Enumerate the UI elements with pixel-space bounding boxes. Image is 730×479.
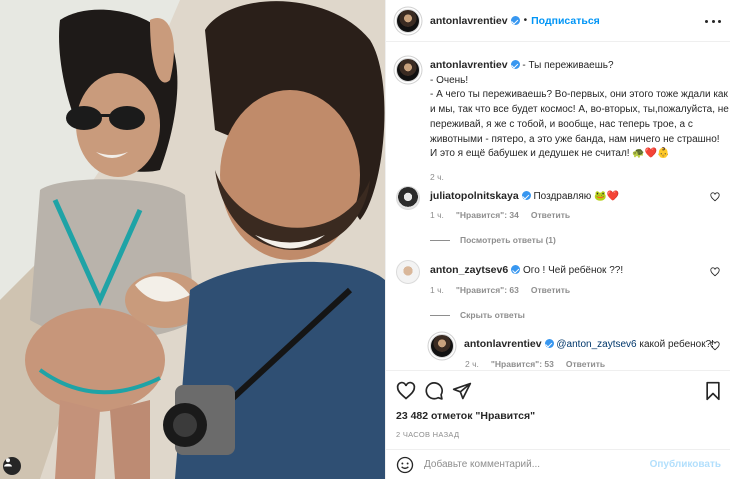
comment-likes[interactable]: "Нравится": 63 — [456, 285, 519, 295]
post-caption: antonlavrentiev - Ты переживаешь? - Очен… — [396, 58, 729, 182]
reply-button[interactable]: Ответить — [531, 285, 570, 295]
caption-text: antonlavrentiev - Ты переживаешь? - Очен… — [430, 58, 729, 162]
comment-icon[interactable] — [424, 381, 444, 401]
comment-time[interactable]: 1 ч. — [430, 210, 444, 220]
caption-line: - Ты переживаешь? — [522, 60, 614, 71]
comment-meta: 1 ч. "Нравится": 63 Ответить — [430, 285, 570, 295]
reply-author-avatar[interactable] — [430, 334, 454, 358]
comment: anton_zaytsev6 Ого ! Чей ребёнок ??! — [396, 260, 721, 284]
user-tag-icon[interactable] — [3, 457, 21, 475]
post-photo-illustration — [0, 0, 385, 479]
post-header: antonlavrentiev • Подписаться — [386, 0, 730, 42]
caption-line: животными - пятеро, а это уже банда, нам… — [430, 133, 720, 145]
reply-author-username[interactable]: antonlavrentiev — [464, 338, 542, 350]
view-replies-button[interactable]: Посмотреть ответы (1) — [430, 235, 556, 245]
header-user-block: antonlavrentiev • Подписаться — [430, 15, 600, 27]
reply-meta: 2 ч. "Нравится": 53 Ответить — [465, 359, 605, 369]
verified-icon — [510, 60, 520, 69]
caption-line: И это я ещё бабушек и дедушек не считал!… — [430, 148, 670, 160]
caption-time[interactable]: 2 ч. — [430, 172, 729, 182]
caption-line: и мы, так что все будет космос! А, во-вт… — [430, 104, 729, 116]
comment-like-icon[interactable] — [710, 192, 720, 202]
caption-line: - Очень! — [430, 74, 469, 86]
share-icon[interactable] — [452, 381, 472, 401]
view-replies-label: Посмотреть ответы (1) — [460, 235, 556, 245]
hide-replies-button[interactable]: Скрыть ответы — [430, 310, 525, 320]
replies-divider — [430, 314, 450, 316]
reply-time[interactable]: 2 ч. — [465, 359, 479, 369]
comment-meta: 1 ч. "Нравится": 34 Ответить — [430, 210, 570, 220]
commenter-username[interactable]: anton_zaytsev6 — [430, 264, 508, 276]
comment-text: Ого ! Чей ребёнок ??! — [522, 265, 624, 276]
comment-like-icon[interactable] — [710, 267, 720, 277]
author-username[interactable]: antonlavrentiev — [430, 15, 508, 27]
heart-icon[interactable] — [396, 381, 416, 401]
post-actions — [386, 370, 730, 410]
caption-line: переживай, я же с тобой, и вообще, нас т… — [430, 118, 693, 130]
reply-button[interactable]: Ответить — [531, 210, 570, 220]
header-separator: • — [523, 15, 528, 26]
post-photo[interactable] — [0, 0, 385, 479]
reply-like-icon[interactable] — [710, 341, 720, 351]
replies-divider — [430, 239, 450, 241]
caption-author-username[interactable]: antonlavrentiev — [430, 59, 508, 71]
commenter-username[interactable]: juliatopolnitskaya — [430, 190, 519, 202]
comment-time[interactable]: 1 ч. — [430, 285, 444, 295]
hide-replies-label: Скрыть ответы — [460, 310, 525, 320]
author-avatar[interactable] — [396, 8, 420, 33]
reply-likes[interactable]: "Нравится": 53 — [491, 359, 554, 369]
posted-time[interactable]: 2 ЧАСОВ НАЗАД — [396, 430, 459, 439]
caption-author-avatar[interactable] — [396, 58, 420, 82]
verified-icon — [521, 191, 531, 200]
add-comment-bar: Опубликовать — [386, 449, 730, 479]
verified-icon — [544, 339, 554, 348]
comment: juliatopolnitskaya Поздравляю 🐸❤️ — [396, 186, 721, 210]
mention-link[interactable]: @anton_zaytsev6 — [556, 339, 636, 350]
reply-text: какой ребенок?! — [636, 339, 714, 350]
commenter-avatar[interactable] — [396, 260, 420, 284]
bookmark-icon[interactable] — [703, 381, 723, 401]
reply-comment: antonlavrentiev @anton_zaytsev6 какой ре… — [430, 334, 721, 358]
likes-count[interactable]: 23 482 отметок "Нравится" — [396, 410, 535, 422]
post-panel: antonlavrentiev • Подписаться antonlavre… — [385, 0, 730, 479]
follow-button[interactable]: Подписаться — [531, 15, 600, 27]
emoji-icon[interactable] — [396, 456, 414, 474]
comment-input[interactable] — [424, 459, 650, 470]
comment-likes[interactable]: "Нравится": 34 — [456, 210, 519, 220]
more-icon[interactable] — [705, 13, 721, 29]
comment-text: Поздравляю 🐸❤️ — [533, 191, 619, 202]
reply-button[interactable]: Ответить — [566, 359, 605, 369]
caption-line: - А чего ты переживаешь? Во-первых, они … — [430, 89, 728, 101]
verified-icon — [510, 16, 520, 25]
verified-icon — [511, 265, 521, 274]
publish-button[interactable]: Опубликовать — [650, 459, 721, 470]
commenter-avatar[interactable] — [396, 186, 420, 210]
